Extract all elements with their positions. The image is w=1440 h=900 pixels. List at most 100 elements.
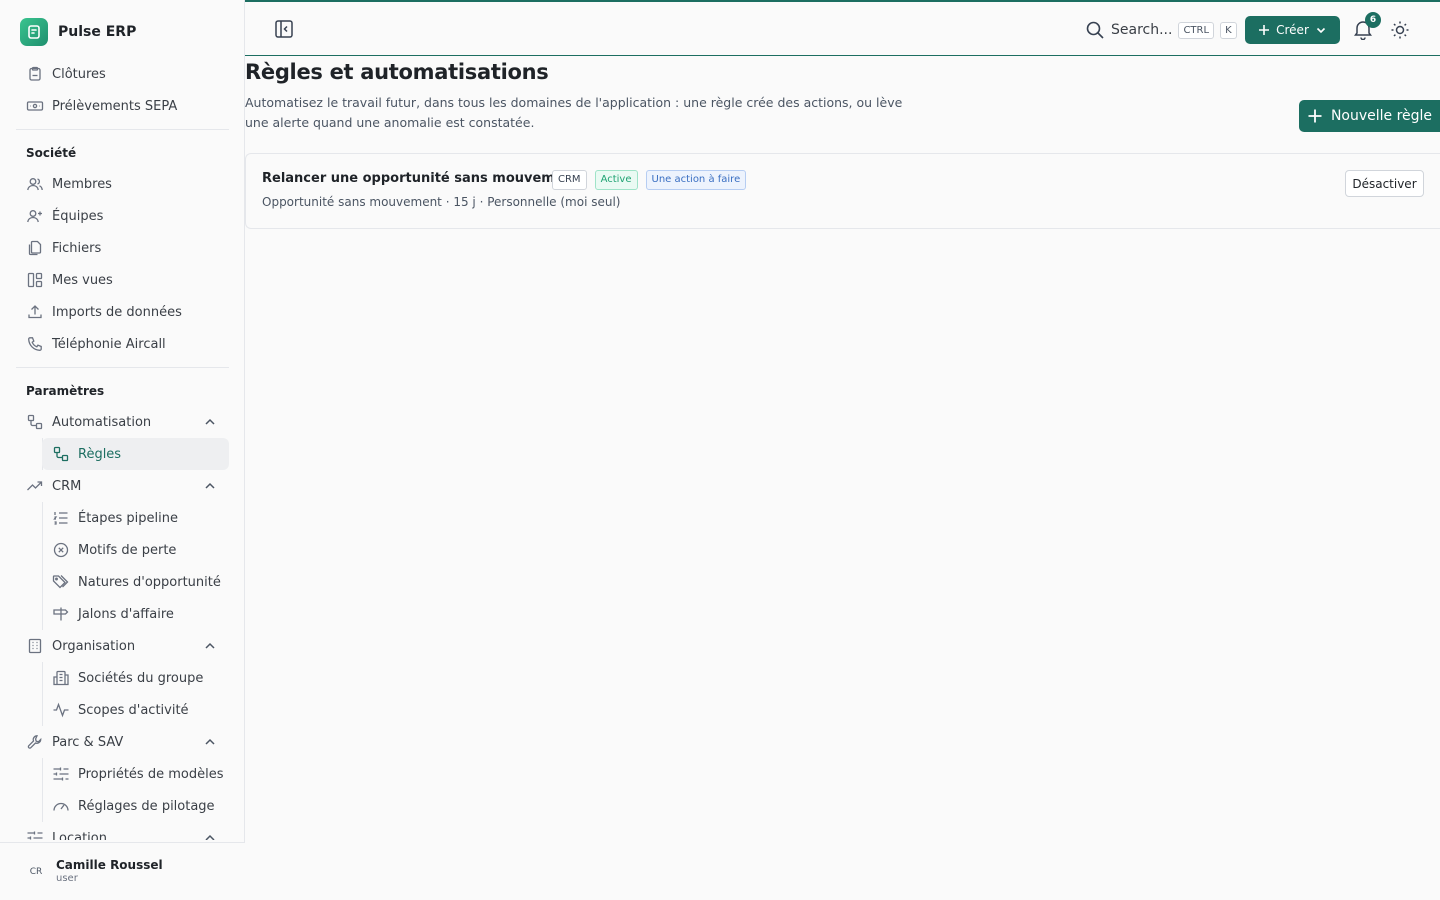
- submenu-crm: Étapes pipeline Motifs de perte Natures …: [42, 502, 229, 630]
- workflow-icon: [52, 445, 70, 463]
- create-label: Créer: [1276, 23, 1309, 37]
- kbd-k: K: [1220, 21, 1237, 39]
- plus-icon: [1308, 109, 1322, 123]
- sidebar-item-label: Fichiers: [52, 240, 102, 256]
- gauge-icon: [52, 797, 70, 815]
- circle-x-icon: [52, 541, 70, 559]
- sidebar-item-organisation[interactable]: Organisation: [16, 630, 229, 662]
- search-trigger[interactable]: Search... CTRL K: [1085, 18, 1237, 42]
- deactivate-button[interactable]: Désactiver: [1345, 170, 1424, 197]
- page-description: Automatisez le travail futur, dans tous …: [245, 95, 903, 130]
- activity-icon: [52, 701, 70, 719]
- sidebar-item-clotures[interactable]: Clôtures: [16, 58, 229, 90]
- sidebar-item-label: Parc & SAV: [52, 734, 124, 750]
- sidebar-item-label: Sociétés du groupe: [78, 670, 204, 686]
- sidebar-item-label: Propriétés de modèles: [78, 766, 224, 782]
- new-rule-label: Nouvelle règle: [1330, 108, 1433, 124]
- section-heading-parametres: Paramètres: [26, 384, 105, 398]
- sidebar-item-label: Motifs de perte: [78, 542, 177, 558]
- sidebar-item-label: Automatisation: [52, 414, 152, 430]
- sidebar-item-parc-sav[interactable]: Parc & SAV: [16, 726, 229, 758]
- sidebar-item-proprietes-modeles[interactable]: Propriétés de modèles: [42, 758, 229, 790]
- sidebar-item-label: Natures d'opportunité: [78, 574, 221, 590]
- sidebar-item-telephonie[interactable]: Téléphonie Aircall: [16, 328, 229, 360]
- upload-icon: [26, 303, 44, 321]
- rule-meta: Opportunité sans mouvement · 15 j · Pers…: [262, 195, 621, 209]
- sidebar-nav: Clôtures Prélèvements SEPA Société Membr…: [16, 58, 229, 840]
- team-icon: [26, 207, 44, 225]
- sidebar-item-membres[interactable]: Membres: [16, 168, 229, 200]
- user-profile[interactable]: CR Camille Roussel user: [0, 842, 245, 900]
- sidebar-item-crm[interactable]: CRM: [16, 470, 229, 502]
- submenu-automatisation: Règles: [42, 438, 229, 470]
- tags-icon: [52, 573, 70, 591]
- sidebar-item-reglages-pilotage[interactable]: Réglages de pilotage: [42, 790, 229, 822]
- sidebar-item-label: Jalons d'affaire: [78, 606, 174, 622]
- chevron-up-icon[interactable]: [203, 735, 217, 749]
- sidebar-item-scopes-activite[interactable]: Scopes d'activité: [42, 694, 229, 726]
- user-info: Camille Roussel user: [56, 858, 163, 885]
- rule-card[interactable]: Relancer une opportunité sans mouvement …: [245, 153, 1440, 229]
- brand[interactable]: Pulse ERP: [20, 18, 136, 46]
- chevron-up-icon[interactable]: [203, 415, 217, 429]
- notification-badge: 6: [1365, 12, 1381, 28]
- sidebar-item-label: Étapes pipeline: [78, 510, 179, 526]
- sidebar-item-label: Clôtures: [52, 66, 106, 82]
- workflow-icon: [26, 413, 44, 431]
- plus-icon: [1259, 25, 1270, 35]
- signpost-icon: [52, 605, 70, 623]
- sidebar-item-equipes[interactable]: Équipes: [16, 200, 229, 232]
- rule-name: Relancer une opportunité sans mouvement: [262, 171, 580, 186]
- sidebar-item-fichiers[interactable]: Fichiers: [16, 232, 229, 264]
- sidebar-item-label: Imports de données: [52, 304, 182, 320]
- status-badge: Active: [594, 170, 638, 190]
- sidebar-item-sepa[interactable]: Prélèvements SEPA: [16, 90, 229, 122]
- chevron-up-icon[interactable]: [203, 639, 217, 653]
- sidebar: Pulse ERP Clôtures Prélèvements SEPA Soc…: [0, 0, 245, 900]
- chevron-up-icon[interactable]: [203, 831, 217, 840]
- wrench-icon: [26, 733, 44, 751]
- sidebar-item-location[interactable]: Location: [16, 822, 229, 840]
- user-role: user: [56, 873, 78, 884]
- submenu-parc-sav: Propriétés de modèles Réglages de pilota…: [42, 758, 229, 822]
- sidebar-item-label: Location: [52, 830, 107, 841]
- users-icon: [26, 175, 44, 193]
- new-rule-button[interactable]: Nouvelle règle: [1299, 100, 1440, 132]
- buildings-icon: [52, 669, 70, 687]
- sidebar-item-regles[interactable]: Règles: [42, 438, 229, 470]
- create-button[interactable]: Créer: [1245, 16, 1340, 44]
- banknote-icon: [26, 97, 44, 115]
- sidebar-item-label: Téléphonie Aircall: [52, 336, 166, 352]
- domain-badge: CRM: [552, 170, 587, 190]
- action-badge: Une action à faire: [645, 170, 747, 190]
- sidebar-item-label: Équipes: [52, 208, 104, 224]
- chevron-up-icon[interactable]: [203, 479, 217, 493]
- trending-up-icon: [26, 477, 44, 495]
- sidebar-item-automatisation[interactable]: Automatisation: [16, 406, 229, 438]
- sidebar-item-societes-groupe[interactable]: Sociétés du groupe: [42, 662, 229, 694]
- search-icon: [1086, 21, 1104, 39]
- sidebar-item-label: Organisation: [52, 638, 136, 654]
- list-ordered-icon: [52, 509, 70, 527]
- sun-icon[interactable]: [1390, 20, 1410, 40]
- sidebar-item-label: Mes vues: [52, 272, 113, 288]
- clipboard-icon: [26, 65, 44, 83]
- sidebar-item-label: Membres: [52, 176, 112, 192]
- rule-tags: CRM Active Une action à faire: [552, 170, 747, 190]
- sidebar-item-imports[interactable]: Imports de données: [16, 296, 229, 328]
- sidebar-item-etapes-pipeline[interactable]: Étapes pipeline: [42, 502, 229, 534]
- sidebar-item-jalons-affaire[interactable]: Jalons d'affaire: [42, 598, 229, 630]
- building-icon: [26, 637, 44, 655]
- sidebar-item-label: CRM: [52, 478, 82, 494]
- page-title: Règles et automatisations: [245, 60, 549, 84]
- sidebar-item-natures-opportunite[interactable]: Natures d'opportunité: [42, 566, 229, 598]
- phone-icon: [26, 335, 44, 353]
- avatar: CR: [29, 866, 43, 877]
- kbd-ctrl: CTRL: [1178, 21, 1215, 39]
- sidebar-item-mes-vues[interactable]: Mes vues: [16, 264, 229, 296]
- logo-icon: [20, 18, 48, 46]
- sliders-icon: [52, 765, 70, 783]
- sidebar-toggle-icon[interactable]: [273, 18, 295, 40]
- sidebar-item-motifs-perte[interactable]: Motifs de perte: [42, 534, 229, 566]
- user-name: Camille Roussel: [56, 858, 163, 872]
